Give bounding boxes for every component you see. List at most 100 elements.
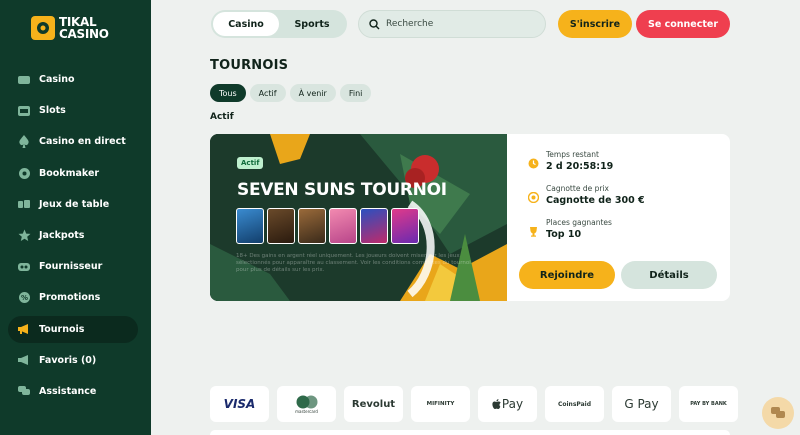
prize-icon bbox=[527, 188, 540, 204]
payment-visa: VISA bbox=[210, 386, 269, 422]
spade-icon bbox=[17, 135, 31, 149]
info-winning-places: Places gagnantes Top 10 bbox=[528, 218, 645, 242]
mastercard-icon bbox=[296, 395, 317, 408]
slots-icon bbox=[17, 104, 31, 118]
svg-text:%: % bbox=[20, 294, 27, 302]
game-thumbnail[interactable] bbox=[391, 208, 419, 244]
clock-icon bbox=[528, 154, 540, 169]
info-prize-pool: Cagnotte de prix Cagnotte de 300 € bbox=[527, 184, 645, 208]
prize-pool-value: Cagnotte de 300 € bbox=[546, 195, 645, 206]
game-thumbnail[interactable] bbox=[298, 208, 326, 244]
filter-all[interactable]: Tous bbox=[210, 84, 246, 102]
sidebar-item-label: Favoris (0) bbox=[39, 354, 97, 366]
chat-icon bbox=[17, 384, 31, 398]
tournament-name: SEVEN SUNS TOURNOI bbox=[237, 180, 447, 200]
tournament-filters: Tous Actif À venir Fini bbox=[210, 84, 372, 102]
payment-mastercard: mastercard bbox=[277, 386, 336, 422]
star-icon bbox=[17, 228, 31, 242]
sidebar-item-promotions[interactable]: % Promotions bbox=[8, 284, 138, 311]
status-badge: Actif bbox=[237, 157, 264, 169]
product-tabs: Casino Sports bbox=[211, 10, 347, 38]
provider-icon bbox=[17, 260, 31, 274]
sidebar-item-support[interactable]: Assistance bbox=[8, 378, 138, 405]
payment-label: Pay bbox=[501, 397, 524, 411]
brand-line2: CASINO bbox=[59, 27, 109, 41]
sidebar-item-label: Slots bbox=[39, 105, 66, 117]
search-icon bbox=[369, 15, 380, 34]
tournament-banner[interactable]: Actif SEVEN SUNS TOURNOI 18+ Des gains e… bbox=[210, 134, 507, 301]
sidebar-item-casino[interactable]: Casino bbox=[8, 66, 138, 93]
tournament-description: 18+ Des gains en argent réel uniquement.… bbox=[236, 253, 471, 273]
tab-sports[interactable]: Sports bbox=[279, 12, 345, 36]
sidebar-item-bookmaker[interactable]: Bookmaker bbox=[8, 160, 138, 187]
sidebar-item-label: Fournisseur bbox=[39, 261, 103, 273]
tournament-card: Actif SEVEN SUNS TOURNOI 18+ Des gains e… bbox=[210, 134, 730, 301]
search-input[interactable] bbox=[386, 19, 536, 29]
payment-revolut: Revolut bbox=[344, 386, 403, 422]
sidebar-item-favorites[interactable]: Favoris (0) bbox=[8, 347, 138, 374]
sidebar-item-label: Promotions bbox=[39, 292, 101, 304]
page-title: TOURNOIS bbox=[210, 58, 289, 73]
info-label: Cagnotte de prix bbox=[546, 184, 609, 193]
brand-logo[interactable]: TIKAL CASINO bbox=[31, 16, 109, 40]
payment-google-pay: G Pay bbox=[612, 386, 671, 422]
sidebar-item-label: Bookmaker bbox=[39, 167, 100, 179]
time-remaining-value: 2 d 20:58:19 bbox=[546, 161, 614, 172]
filter-finished[interactable]: Fini bbox=[339, 84, 372, 102]
brand-name: TIKAL CASINO bbox=[59, 16, 109, 40]
sidebar-item-table-games[interactable]: Jeux de table bbox=[8, 191, 138, 218]
payment-label: CoinsPaid bbox=[557, 400, 592, 408]
football-icon bbox=[17, 166, 31, 180]
winning-places-value: Top 10 bbox=[546, 229, 582, 240]
tab-casino[interactable]: Casino bbox=[213, 12, 279, 36]
info-time-remaining: Temps restant 2 d 20:58:19 bbox=[528, 150, 645, 174]
details-button[interactable]: Détails bbox=[621, 261, 717, 289]
payment-label: PAY BY BANK bbox=[690, 401, 727, 407]
info-label: Temps restant bbox=[546, 150, 599, 159]
sidebar-item-live-casino[interactable]: Casino en direct bbox=[8, 128, 138, 155]
game-thumbnail[interactable] bbox=[360, 208, 388, 244]
table-games-icon bbox=[17, 197, 31, 211]
sidebar-item-label: Jeux de table bbox=[39, 198, 110, 210]
sidebar-item-provider[interactable]: Fournisseur bbox=[8, 253, 138, 280]
favorites-icon bbox=[17, 353, 31, 367]
live-chat-button[interactable] bbox=[762, 397, 794, 429]
login-button[interactable]: Se connecter bbox=[636, 10, 730, 38]
sidebar-item-label: Jackpots bbox=[39, 229, 85, 241]
payment-coinspaid: CoinsPaid bbox=[545, 386, 604, 422]
megaphone-icon bbox=[17, 322, 31, 336]
join-button[interactable]: Rejoindre bbox=[519, 261, 615, 289]
payment-label: MIFINITY bbox=[426, 401, 455, 407]
game-thumbnail[interactable] bbox=[236, 208, 264, 244]
payment-pay-by-bank: PAY BY BANK bbox=[679, 386, 738, 422]
game-thumbnails bbox=[236, 208, 419, 244]
payment-label: mastercard bbox=[295, 408, 318, 414]
logo-mark-icon bbox=[31, 16, 55, 40]
casino-icon bbox=[17, 73, 31, 87]
filter-upcoming[interactable]: À venir bbox=[289, 84, 336, 102]
trophy-icon bbox=[528, 222, 540, 237]
sidebar: TIKAL CASINO Casino Slots Casino en dire… bbox=[0, 0, 151, 435]
sidebar-item-label: Tournois bbox=[39, 323, 85, 335]
sidebar-item-label: Casino en direct bbox=[39, 136, 126, 148]
info-label: Places gagnantes bbox=[546, 218, 612, 227]
footer-strip bbox=[210, 430, 730, 435]
search-bar[interactable] bbox=[358, 10, 546, 38]
payment-apple-pay: Pay bbox=[478, 386, 537, 422]
section-title-active: Actif bbox=[210, 112, 234, 122]
signup-button[interactable]: S'inscrire bbox=[558, 10, 632, 38]
game-thumbnail[interactable] bbox=[329, 208, 357, 244]
game-thumbnail[interactable] bbox=[267, 208, 295, 244]
tournament-info: Temps restant 2 d 20:58:19 Cagnotte de p… bbox=[527, 150, 645, 252]
payment-label: G Pay bbox=[624, 397, 659, 411]
promotions-icon: % bbox=[17, 291, 31, 305]
apple-icon bbox=[492, 398, 501, 409]
sidebar-item-jackpots[interactable]: Jackpots bbox=[8, 222, 138, 249]
filter-active[interactable]: Actif bbox=[249, 84, 286, 102]
sidebar-item-tournaments[interactable]: Tournois bbox=[8, 315, 138, 343]
sidebar-item-slots[interactable]: Slots bbox=[8, 97, 138, 124]
sidebar-item-label: Assistance bbox=[39, 385, 97, 397]
payment-methods: VISA mastercard Revolut MIFINITY Pay Coi… bbox=[210, 386, 738, 422]
sidebar-nav: Casino Slots Casino en direct Bookmaker … bbox=[8, 66, 138, 409]
sidebar-item-label: Casino bbox=[39, 74, 75, 85]
